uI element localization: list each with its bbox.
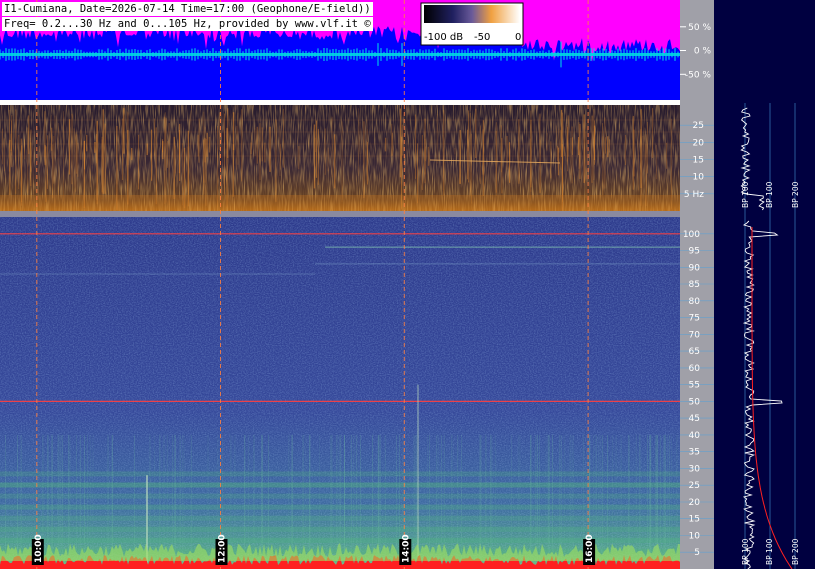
waveform-tick-label: 0 % <box>694 47 712 57</box>
hf-tick-label: 65 <box>689 347 700 357</box>
hf-tick-label: 100 <box>683 230 700 240</box>
lf-tick-label: 25 <box>693 121 704 131</box>
hf-tick-label: 80 <box>689 297 701 307</box>
hf-low-band <box>0 504 680 510</box>
hf-low-band <box>0 482 680 488</box>
side-spectrum-panel <box>714 0 815 569</box>
plot-canvas: 10:00 12:00 14:00 16:00 50 % 0 % -50 % 25 20 15… <box>0 0 815 569</box>
time-label: 14:00 <box>401 534 411 563</box>
colorbar <box>424 5 520 23</box>
header-line-2: Freq= 0.2...30 Hz and 0...105 Hz, provid… <box>2 17 373 31</box>
hf-tick-label: 50 <box>689 397 701 407</box>
hf-tick-label: 95 <box>689 247 700 257</box>
colorbar-label-min: -100 dB <box>424 32 464 43</box>
hf-tick-label: 25 <box>689 481 700 491</box>
hf-low-band <box>0 471 680 477</box>
hf-tick-label: 90 <box>689 263 701 273</box>
time-label-group: 10:00 <box>31 534 44 565</box>
colorbar-label-mid: -50 <box>474 32 491 43</box>
side-label-top: BP 100 <box>765 181 774 208</box>
side-label-top: BP 200 <box>791 181 800 208</box>
lf-tick-label: 15 <box>693 156 704 166</box>
hf-low-band <box>0 493 680 499</box>
side-label-bottom: BP 200 <box>791 538 800 565</box>
hf-tick-label: 55 <box>689 381 700 391</box>
side-label-bottom: BP 100 <box>765 538 774 565</box>
hf-low-band <box>0 526 680 532</box>
colorbar-label-max: 0 <box>515 32 522 43</box>
hf-tick-label: 30 <box>689 464 701 474</box>
lf-tick-label: 5 Hz <box>684 190 704 200</box>
lf-bottom-band <box>0 195 680 211</box>
time-label-group: 12:00 <box>215 534 228 565</box>
waveform-tick-label: -50 % <box>685 70 712 80</box>
waveform-signal <box>0 53 680 56</box>
hf-tick-label: 10 <box>689 532 701 542</box>
lf-tick-label: 10 <box>693 173 705 183</box>
time-label: 10:00 <box>34 534 44 563</box>
time-label-group: 14:00 <box>399 534 412 565</box>
hf-tick-label: 40 <box>689 431 701 441</box>
panel-divider-2 <box>0 211 680 217</box>
hf-tick-label: 70 <box>689 330 701 340</box>
hf-tick-label: 75 <box>689 314 700 324</box>
panel-divider <box>0 100 680 103</box>
time-label-group: 16:00 <box>583 534 596 565</box>
hf-low-band <box>0 515 680 521</box>
header-line-1: I1-Cumiana, Date=2026-07-14 Time=17:00 (… <box>2 2 373 16</box>
waveform-tick-label: 50 % <box>688 23 711 33</box>
spectrogram-display: 10:00 12:00 14:00 16:00 50 % 0 % -50 % 25 20 15… <box>0 0 815 569</box>
hf-low-band <box>0 537 680 543</box>
hf-tick-label: 45 <box>689 414 700 424</box>
hf-tick-label: 5 <box>694 548 700 558</box>
lf-tick-label: 20 <box>693 138 705 148</box>
time-label: 12:00 <box>218 534 228 563</box>
hf-tick-label: 20 <box>689 498 701 508</box>
hf-tick-label: 60 <box>689 364 701 374</box>
hf-tick-label: 85 <box>689 280 700 290</box>
time-label: 16:00 <box>585 534 595 563</box>
hf-tick-label: 15 <box>689 515 700 525</box>
hf-tick-label: 35 <box>689 448 700 458</box>
